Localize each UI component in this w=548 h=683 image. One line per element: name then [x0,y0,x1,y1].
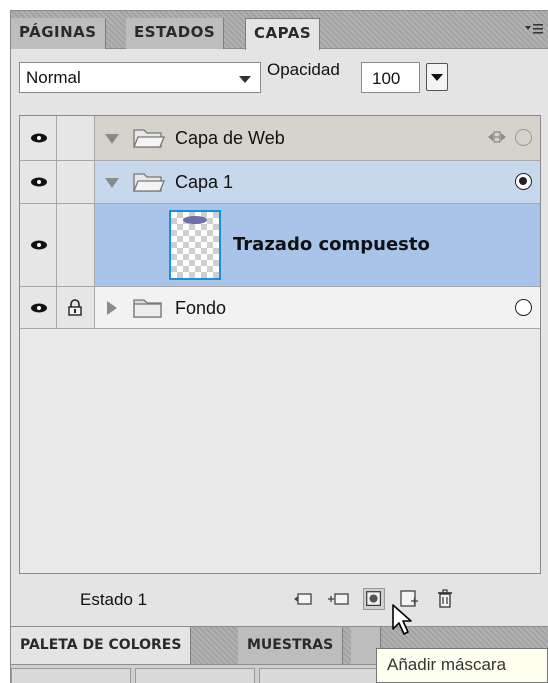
layer-main[interactable]: Trazado compuesto [95,204,540,286]
state-label: Estado 1 [80,590,148,609]
tooltip: Añadir máscara [376,648,548,683]
visibility-toggle[interactable] [20,116,57,160]
trash-icon[interactable] [434,588,456,610]
visibility-toggle[interactable] [20,287,57,328]
tab-collapsed[interactable] [259,668,379,683]
layer-row-trazado-compuesto[interactable]: Trazado compuesto [20,204,540,287]
lock-toggle[interactable] [57,161,95,203]
eye-icon [31,133,47,143]
object-thumbnail [169,210,221,280]
chevron-down-icon [431,74,443,81]
lock-toggle[interactable] [57,287,95,328]
folder-closed-icon [133,299,162,318]
mouse-cursor-icon [392,604,412,635]
tab-collapsed[interactable] [135,668,255,683]
tab-muestras[interactable]: MUESTRAS [238,627,344,665]
folder-open-icon [133,129,165,148]
eye-icon [31,303,47,313]
layer-row-capa-1[interactable]: Capa 1 [20,161,540,204]
layer-radio[interactable] [515,129,532,146]
visibility-toggle[interactable] [20,204,57,286]
expand-triangle-icon[interactable] [105,178,119,188]
layers-status-bar: Estado 1 [11,574,548,626]
layers-list[interactable]: Capa de Web Capa 1 Trazado compuesto Fon… [19,115,541,574]
layer-main[interactable]: Capa 1 [95,161,540,203]
layer-name: Capa de Web [175,128,285,148]
opacity-label: Opacidad [267,60,340,79]
expand-triangle-icon[interactable] [105,134,119,144]
opacity-value: 100 [372,69,401,88]
layer-name: Capa 1 [175,172,234,192]
panel-menu-icon[interactable] [525,23,543,39]
visibility-toggle[interactable] [20,161,57,203]
opacity-dropdown-button[interactable] [426,63,448,91]
new-sublayer-icon[interactable] [328,588,350,610]
panel-tab-bar: PÁGINAS ESTADOS CAPAS [11,11,548,50]
lock-icon [68,299,82,316]
add-mask-icon[interactable] [363,588,385,610]
layers-panel: PÁGINAS ESTADOS CAPAS Normal Opacidad 10… [10,10,548,683]
layer-radio[interactable] [515,299,532,316]
share-layer-icon[interactable] [488,129,506,145]
layer-main[interactable]: Capa de Web [95,116,540,160]
layer-controls: Normal Opacidad 100 [11,50,548,108]
thumbnail-shape [183,216,207,224]
tab-capas[interactable]: CAPAS [245,18,321,50]
layer-name: Fondo [175,298,227,318]
lock-toggle[interactable] [57,116,95,160]
blend-mode-value: Normal [26,68,81,87]
eye-icon [31,240,47,250]
opacity-input[interactable]: 100 [361,62,420,93]
tab-collapsed[interactable] [11,668,131,683]
lock-toggle[interactable] [57,204,95,286]
tab-estados[interactable]: ESTADOS [126,18,225,49]
share-layer-icon[interactable] [292,588,314,610]
tab-paginas[interactable]: PÁGINAS [11,18,106,49]
blend-mode-select[interactable]: Normal [19,62,261,93]
eye-icon [31,177,47,187]
chevron-down-icon [239,76,251,83]
tab-paleta-de-colores[interactable]: PALETA DE COLORES [11,627,192,665]
folder-open-icon [133,173,165,192]
layer-name: Trazado compuesto [233,234,430,255]
layer-radio[interactable] [515,173,532,190]
collapse-triangle-icon[interactable] [107,301,117,315]
layer-row-fondo[interactable]: Fondo [20,287,540,329]
layer-row-capa-de-web[interactable]: Capa de Web [20,116,540,161]
layer-main[interactable]: Fondo [95,287,540,328]
